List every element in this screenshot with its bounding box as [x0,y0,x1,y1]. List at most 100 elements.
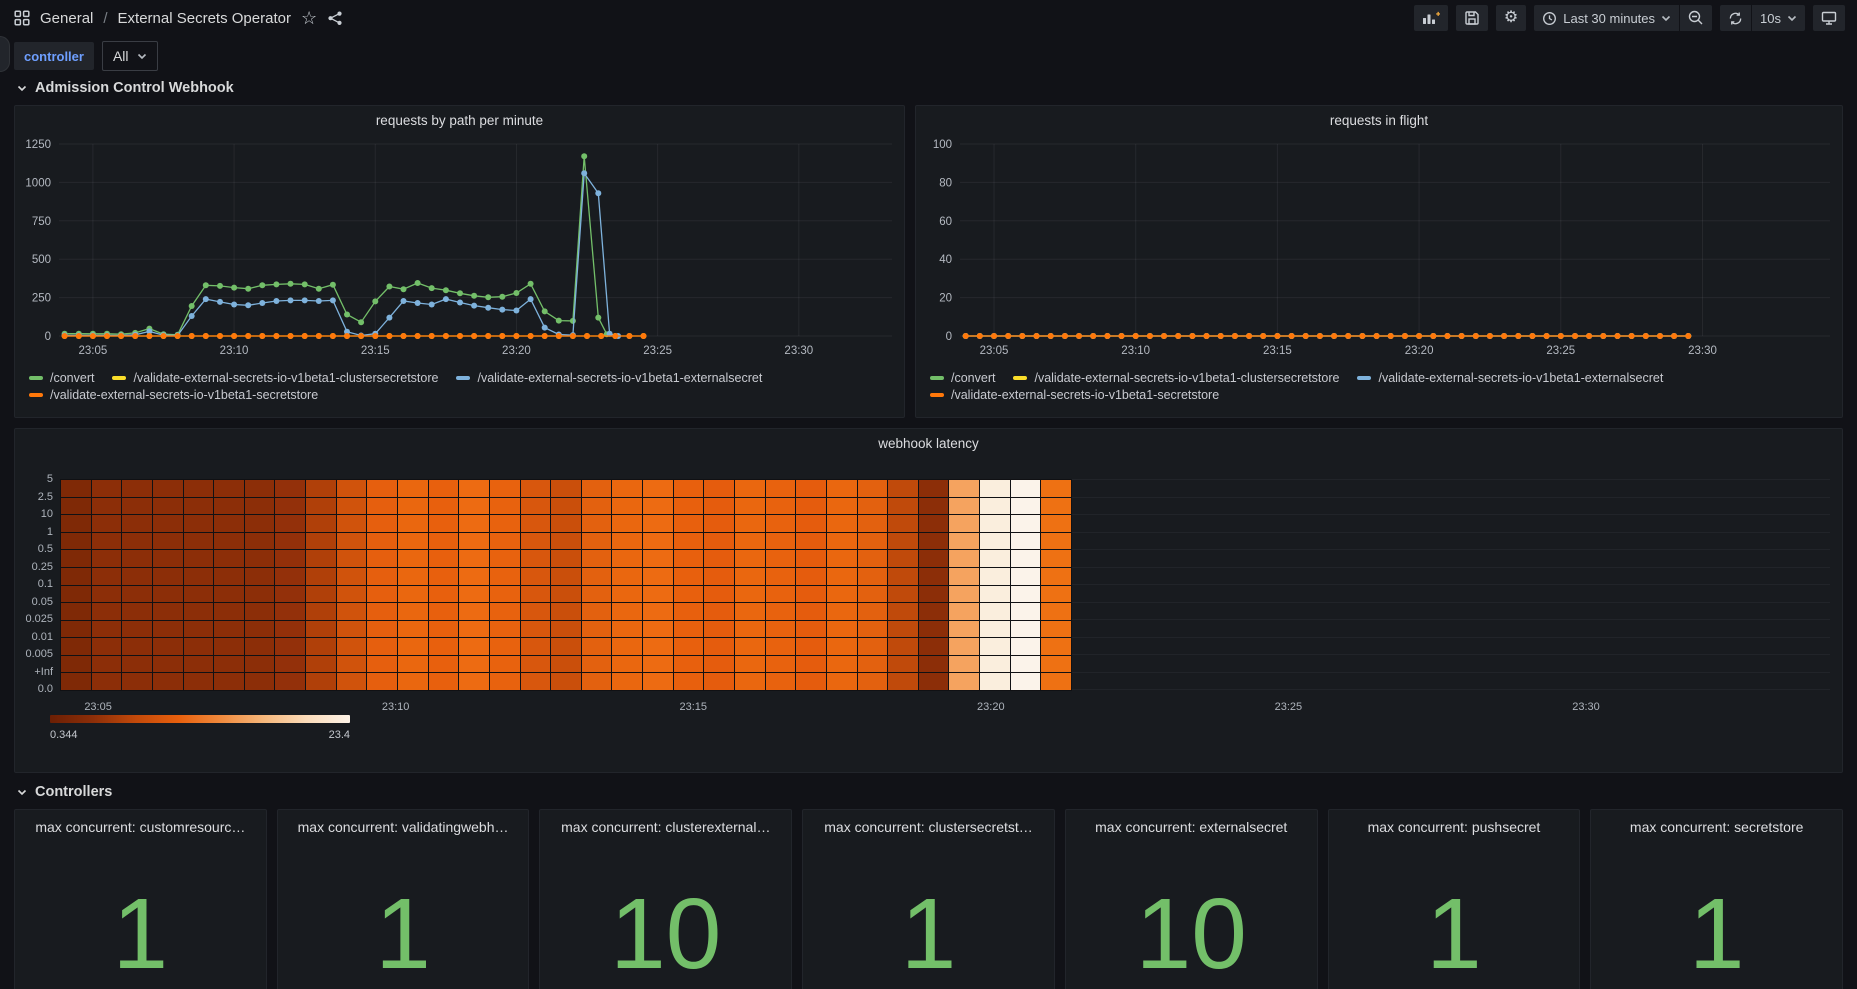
share-icon[interactable] [327,11,344,26]
refresh-interval-picker[interactable]: 10s [1751,5,1805,31]
stat-value: 1 [1591,884,1842,984]
legend-item[interactable]: /validate-external-secrets-io-v1beta1-se… [29,388,318,402]
heatmap-y-label: 5 [15,473,53,485]
chevron-down-icon [137,53,147,60]
legend-item[interactable]: /convert [930,371,995,385]
panel-requests-in-flight: requests in flight 23:05 23:10 23:15 23:20 2… [915,105,1843,418]
chevron-down-icon [17,85,27,92]
stat-title[interactable]: max concurrent: clusterexternal… [540,810,791,835]
heatmap-y-label: 0.1 [15,578,53,590]
legend-swatch [456,376,470,380]
refresh-interval-label: 10s [1760,11,1781,26]
y-tick-label: 20 [939,293,952,305]
series-line [65,173,619,336]
panel-requests-by-path: requests by path per minute 23:05 23:10 23… [14,105,905,418]
heatmap-y-label: 0.0 [15,683,53,695]
chevron-down-icon [17,789,27,796]
legend-item[interactable]: /convert [29,371,94,385]
breadcrumb-folder[interactable]: General [40,10,93,27]
y-tick-label: 0 [45,331,51,343]
stat-title[interactable]: max concurrent: validatingwebh… [278,810,529,835]
sidebar-toggle-handle[interactable] [0,36,10,72]
navbar-actions: ⚙ Last 30 minutes [1414,5,1845,31]
stat-title[interactable]: max concurrent: externalsecret [1066,810,1317,835]
legend-item[interactable]: /validate-external-secrets-io-v1beta1-se… [930,388,1219,402]
legend-swatch [930,376,944,380]
x-tick-label: 23:10 [1121,345,1150,357]
stat-title[interactable]: max concurrent: pushsecret [1329,810,1580,835]
stat-title[interactable]: max concurrent: secretstore [1591,810,1842,835]
x-tick-label: 23:05 [980,345,1009,357]
star-icon[interactable]: ☆ [301,9,317,27]
time-range-label: Last 30 minutes [1563,11,1655,26]
heatmap-y-label: 0.05 [15,596,53,608]
legend-swatch [930,393,944,397]
heatmap-y-label: 0.01 [15,631,53,643]
y-tick-label: 750 [32,216,51,228]
panel-title[interactable]: requests in flight [916,106,1842,128]
legend-swatch [29,376,43,380]
time-picker-group: Last 30 minutes [1534,5,1712,31]
y-tick-label: 60 [939,216,952,228]
section-title: Controllers [35,784,112,800]
breadcrumb-dashboard-title[interactable]: External Secrets Operator [118,10,291,27]
grafana-dashboard: General / External Secrets Operator ☆ [0,0,1857,989]
x-tick-label: 23:20 [1405,345,1434,357]
add-panel-button[interactable] [1414,5,1448,31]
cycle-view-button[interactable] [1813,5,1845,31]
section-header-controllers[interactable]: Controllers [17,784,112,800]
legend-item[interactable]: /validate-external-secrets-io-v1beta1-ex… [456,371,762,385]
x-tick-label: 23:05 [78,345,107,357]
y-tick-label: 1000 [25,177,51,189]
heatmap-gradient-bar [50,715,350,723]
breadcrumb: General / External Secrets Operator ☆ [14,9,344,27]
legend-item[interactable]: /validate-external-secrets-io-v1beta1-cl… [112,371,438,385]
heatmap-cells[interactable] [60,479,1072,691]
legend-label: /validate-external-secrets-io-v1beta1-se… [951,388,1219,402]
variable-value-dropdown[interactable]: All [102,41,158,71]
heatmap-y-label: 1 [15,526,53,538]
stat-panel-clustersecretstore: max concurrent: clustersecretst… 1 [802,809,1055,989]
section-header-admission-control-webhook[interactable]: Admission Control Webhook [17,80,234,96]
x-tick-label: 23:30 [784,345,813,357]
stat-value: 1 [15,884,266,984]
zoom-out-button[interactable] [1679,5,1712,31]
y-tick-label: 250 [32,293,51,305]
panel-title[interactable]: webhook latency [15,429,1842,451]
clock-icon [1542,11,1557,26]
stat-title[interactable]: max concurrent: customresourc… [15,810,266,835]
x-tick-label: 23:30 [1688,345,1717,357]
x-tick-label: 23:25 [1546,345,1575,357]
panel-title[interactable]: requests by path per minute [15,106,904,128]
stat-panel-pushsecret: max concurrent: pushsecret 1 [1328,809,1581,989]
stat-panel-clusterexternal: max concurrent: clusterexternal… 10 [539,809,792,989]
save-dashboard-button[interactable] [1456,5,1488,31]
x-tick-label: 23:20 [502,345,531,357]
stat-value: 10 [540,884,791,984]
section-title: Admission Control Webhook [35,80,234,96]
legend-swatch [1357,376,1371,380]
legend-swatch [112,376,126,380]
stat-title[interactable]: max concurrent: clustersecretst… [803,810,1054,835]
stat-value: 1 [1329,884,1580,984]
x-tick-label: 23:25 [643,345,672,357]
x-tick-label: 23:10 [220,345,249,357]
legend-swatch [29,393,43,397]
legend-item[interactable]: /validate-external-secrets-io-v1beta1-ex… [1357,371,1663,385]
stat-value: 1 [803,884,1054,984]
dashboard-settings-button[interactable]: ⚙ [1496,5,1526,31]
time-range-picker[interactable]: Last 30 minutes [1534,5,1679,31]
x-tick-label: 23:15 [1263,345,1292,357]
timeseries-chart: 23:0523:1023:1523:2023:2523:300204060801… [916,130,1842,370]
legend-item[interactable]: /validate-external-secrets-io-v1beta1-cl… [1013,371,1339,385]
heatmap-y-label: +Inf [15,666,53,678]
y-tick-label: 40 [939,254,952,266]
apps-grid-icon[interactable] [14,10,30,26]
legend-swatch [1013,376,1027,380]
timeseries-chart: 23:0523:1023:1523:2023:2523:300250500750… [15,130,904,370]
heatmap-y-label: 10 [15,508,53,520]
refresh-button[interactable] [1720,5,1751,31]
stat-panel-secretstore: max concurrent: secretstore 1 [1590,809,1843,989]
heatmap-y-label: 0.5 [15,543,53,555]
legend-label: /validate-external-secrets-io-v1beta1-cl… [133,371,438,385]
